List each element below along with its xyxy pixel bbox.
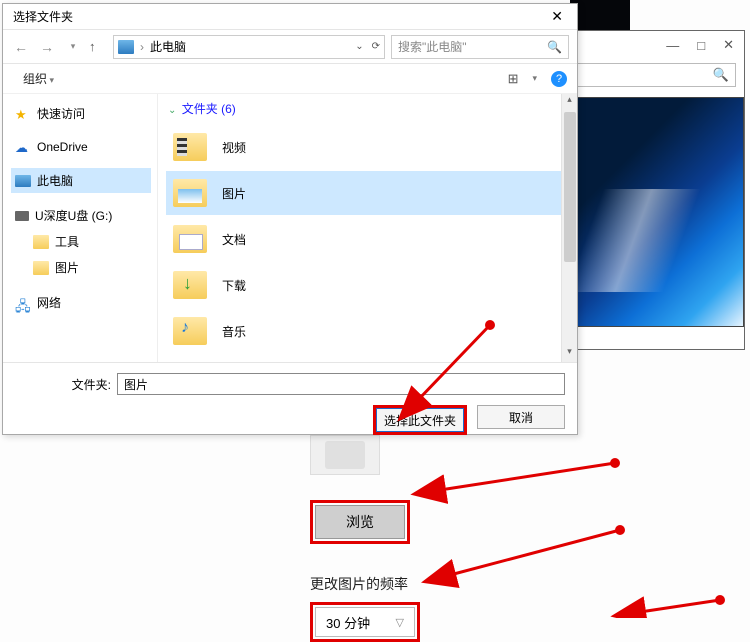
folder-label: 视频: [222, 139, 246, 156]
folder-label: 图片: [222, 185, 246, 202]
bg-dark-strip: [570, 0, 630, 30]
sidebar-item-label: OneDrive: [37, 140, 88, 154]
sidebar-item-label: 网络: [37, 294, 61, 311]
sidebar-onedrive[interactable]: ☁ OneDrive: [11, 136, 151, 158]
settings-panel: 图片 浏览 更改图片的频率 30 分钟 ▽: [310, 435, 740, 642]
frequency-highlight: 30 分钟 ▽: [310, 602, 420, 642]
sidebar-usb-pictures[interactable]: 图片: [11, 255, 151, 280]
address-bar[interactable]: › 此电脑 ⌄ ⟳: [113, 35, 385, 59]
search-icon: 🔍: [713, 67, 729, 83]
folder-videos[interactable]: 视频: [166, 125, 571, 169]
breadcrumb-text[interactable]: 此电脑: [150, 38, 186, 55]
sidebar-network[interactable]: 🖧 网络: [11, 290, 151, 315]
dialog-titlebar: 选择文件夹 ✕: [3, 4, 577, 30]
nav-history-dropdown[interactable]: ▾: [63, 41, 83, 52]
folder-icon: [33, 235, 49, 249]
organize-button[interactable]: 组织: [13, 66, 64, 91]
folder-picker-dialog: 选择文件夹 ✕ ← → ▾ ↑ › 此电脑 ⌄ ⟳ 搜索"此电脑" 🔍 组织 ⊞…: [2, 3, 578, 435]
network-icon: 🖧: [15, 296, 31, 310]
file-list: ⌄ 文件夹 (6) 视频 图片 文档 下载 音乐: [158, 94, 577, 362]
documents-folder-icon: [173, 225, 207, 253]
folder-downloads[interactable]: 下载: [166, 263, 571, 307]
wallpaper-preview: [566, 97, 744, 327]
folder-icon: [33, 261, 49, 275]
cloud-icon: ☁: [15, 140, 31, 154]
usb-icon: [15, 211, 29, 221]
refresh-icon[interactable]: ⟳: [372, 41, 380, 52]
frequency-select[interactable]: 30 分钟 ▽: [315, 607, 415, 637]
frequency-value: 30 分钟: [326, 613, 370, 632]
search-placeholder: 搜索"此电脑": [398, 38, 467, 55]
bg-minimize-button[interactable]: —: [666, 38, 679, 53]
dialog-toolbar: 组织 ⊞ ▾ ?: [3, 64, 577, 94]
pc-icon: [15, 175, 31, 187]
sidebar-item-label: 图片: [55, 259, 79, 276]
dialog-close-button[interactable]: ✕: [543, 6, 571, 27]
chevron-down-icon: ▽: [396, 616, 404, 629]
cancel-button[interactable]: 取消: [477, 405, 565, 429]
video-folder-icon: [173, 133, 207, 161]
sidebar-this-pc[interactable]: 此电脑: [11, 168, 151, 193]
caret-down-icon: ⌄: [168, 105, 176, 116]
view-options-button[interactable]: ⊞: [508, 71, 519, 87]
dialog-title: 选择文件夹: [13, 8, 73, 25]
scroll-up-button[interactable]: ▴: [562, 94, 577, 110]
folder-label: 音乐: [222, 323, 246, 340]
group-header[interactable]: ⌄ 文件夹 (6): [166, 98, 571, 123]
select-folder-highlight: 选择此文件夹: [373, 405, 467, 435]
frequency-label: 更改图片的频率: [310, 574, 740, 594]
browse-highlight: 浏览: [310, 500, 410, 544]
dialog-navbar: ← → ▾ ↑ › 此电脑 ⌄ ⟳ 搜索"此电脑" 🔍: [3, 30, 577, 64]
bg-titlebar: — □ ✕: [566, 31, 744, 59]
scroll-thumb[interactable]: [564, 112, 576, 262]
bg-maximize-button[interactable]: □: [697, 38, 705, 53]
group-label: 文件夹 (6): [182, 102, 236, 116]
sidebar-usb-drive[interactable]: U深度U盘 (G:): [11, 203, 151, 228]
background-window: — □ ✕ 🔍: [565, 30, 745, 350]
help-icon[interactable]: ?: [551, 71, 567, 87]
bg-search-box[interactable]: 🔍: [574, 63, 736, 87]
nav-up-button[interactable]: ↑: [89, 39, 107, 54]
sidebar-item-label: 工具: [55, 233, 79, 250]
pictures-folder-icon: [173, 179, 207, 207]
folder-documents[interactable]: 文档: [166, 217, 571, 261]
breadcrumb-sep: ›: [140, 40, 144, 54]
browse-button[interactable]: 浏览: [315, 505, 405, 539]
address-dropdown-icon[interactable]: ⌄: [355, 41, 363, 52]
folder-label: 文档: [222, 231, 246, 248]
scroll-down-button[interactable]: ▾: [562, 346, 577, 362]
sidebar-usb-tools[interactable]: 工具: [11, 229, 151, 254]
nav-forward-button[interactable]: →: [37, 39, 57, 55]
folder-name-input[interactable]: [117, 373, 565, 395]
select-folder-button[interactable]: 选择此文件夹: [376, 408, 464, 432]
nav-back-button[interactable]: ←: [11, 39, 31, 55]
dialog-footer: 文件夹: 选择此文件夹 取消: [3, 362, 577, 445]
sidebar-item-label: U深度U盘 (G:): [35, 207, 112, 224]
music-folder-icon: [173, 317, 207, 345]
bg-close-button[interactable]: ✕: [723, 37, 734, 53]
scrollbar[interactable]: ▴ ▾: [561, 94, 577, 362]
sidebar: ★ 快速访问 ☁ OneDrive 此电脑 U深度U盘 (G:) 工具: [3, 94, 158, 362]
star-icon: ★: [15, 107, 31, 121]
sidebar-quick-access[interactable]: ★ 快速访问: [11, 101, 151, 126]
pc-icon: [118, 40, 134, 54]
sidebar-item-label: 此电脑: [37, 172, 73, 189]
dialog-search-input[interactable]: 搜索"此电脑" 🔍: [391, 35, 569, 59]
search-icon: 🔍: [547, 40, 562, 54]
folder-field-label: 文件夹:: [63, 376, 111, 393]
folder-pictures[interactable]: 图片: [166, 171, 571, 215]
downloads-folder-icon: [173, 271, 207, 299]
folder-music[interactable]: 音乐: [166, 309, 571, 353]
folder-label: 下载: [222, 277, 246, 294]
sidebar-item-label: 快速访问: [37, 105, 85, 122]
